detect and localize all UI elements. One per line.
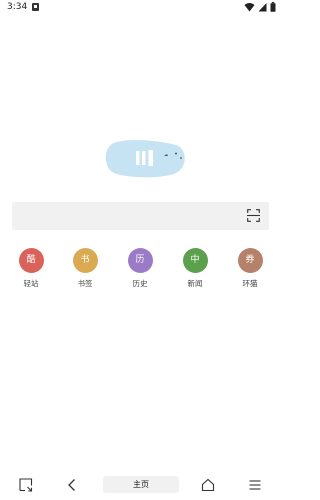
shortcut-coupons[interactable]: 券 环猫 xyxy=(230,248,270,289)
status-icons xyxy=(241,2,276,14)
status-time: 3:34 xyxy=(7,2,28,12)
coupon-icon: 券 xyxy=(237,248,263,273)
notification-icon xyxy=(32,3,39,11)
shortcut-label: 书签 xyxy=(77,279,93,288)
tab-switch-icon[interactable] xyxy=(19,478,33,492)
menu-icon[interactable] xyxy=(248,478,262,492)
bottom-nav: 主页 xyxy=(0,474,282,496)
shortcut-history[interactable]: 历 历史 xyxy=(120,248,160,289)
light-site-icon: 酷 xyxy=(18,248,44,273)
shortcut-label: 轻站 xyxy=(23,279,39,288)
back-icon[interactable] xyxy=(65,478,79,492)
bookmark-icon: 书 xyxy=(72,248,98,273)
history-icon: 历 xyxy=(127,248,153,273)
shortcut-light-site[interactable]: 酷 轻站 xyxy=(11,248,51,289)
wifi-icon xyxy=(244,3,255,12)
shortcut-news[interactable]: 中 新闻 xyxy=(175,248,215,289)
scan-icon[interactable] xyxy=(247,209,260,222)
browser-logo xyxy=(105,139,185,178)
shortcut-grid: 酷 轻站 书 书签 历 历史 中 新闻 券 环猫 xyxy=(0,248,282,292)
shortcut-label: 历史 xyxy=(132,279,148,288)
home-icon[interactable] xyxy=(201,478,215,492)
news-icon: 中 xyxy=(182,248,208,273)
shortcut-label: 新闻 xyxy=(187,279,203,288)
shortcut-label: 环猫 xyxy=(242,279,258,288)
shortcut-bookmarks[interactable]: 书 书签 xyxy=(65,248,105,289)
battery-icon xyxy=(270,2,276,12)
status-bar: 3:34 xyxy=(0,0,282,16)
home-page-button[interactable]: 主页 xyxy=(103,476,179,493)
search-bar[interactable] xyxy=(12,202,269,230)
signal-icon xyxy=(258,3,267,12)
